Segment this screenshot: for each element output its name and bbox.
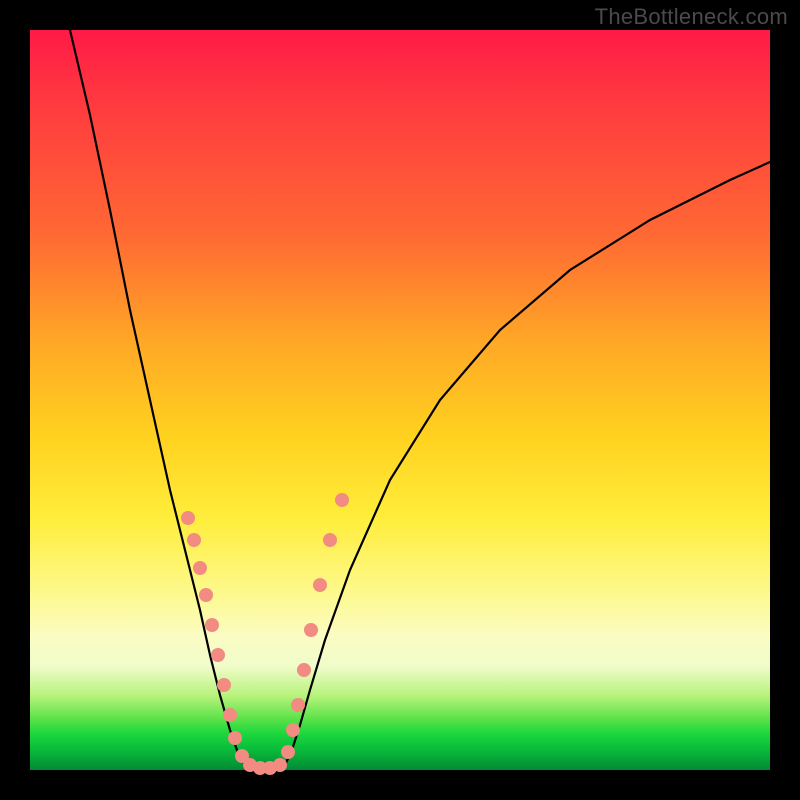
marker-dot bbox=[291, 698, 305, 712]
marker-dot bbox=[211, 648, 225, 662]
marker-dot bbox=[228, 731, 242, 745]
chart-frame: TheBottleneck.com bbox=[0, 0, 800, 800]
marker-dot bbox=[297, 663, 311, 677]
marker-dot bbox=[323, 533, 337, 547]
marker-dot bbox=[193, 561, 207, 575]
plot-area bbox=[30, 30, 770, 770]
marker-dot bbox=[286, 723, 300, 737]
marker-dot bbox=[187, 533, 201, 547]
curve-right-branch bbox=[285, 162, 770, 765]
marker-dot bbox=[281, 745, 295, 759]
marker-dot bbox=[273, 758, 287, 772]
marker-dot bbox=[313, 578, 327, 592]
curve-layer bbox=[30, 30, 770, 770]
marker-dot bbox=[199, 588, 213, 602]
marker-dot bbox=[304, 623, 318, 637]
marker-dot bbox=[223, 708, 237, 722]
marker-dot bbox=[181, 511, 195, 525]
marker-dot bbox=[335, 493, 349, 507]
watermark-label: TheBottleneck.com bbox=[595, 4, 788, 30]
marker-dot bbox=[205, 618, 219, 632]
marker-dot bbox=[217, 678, 231, 692]
